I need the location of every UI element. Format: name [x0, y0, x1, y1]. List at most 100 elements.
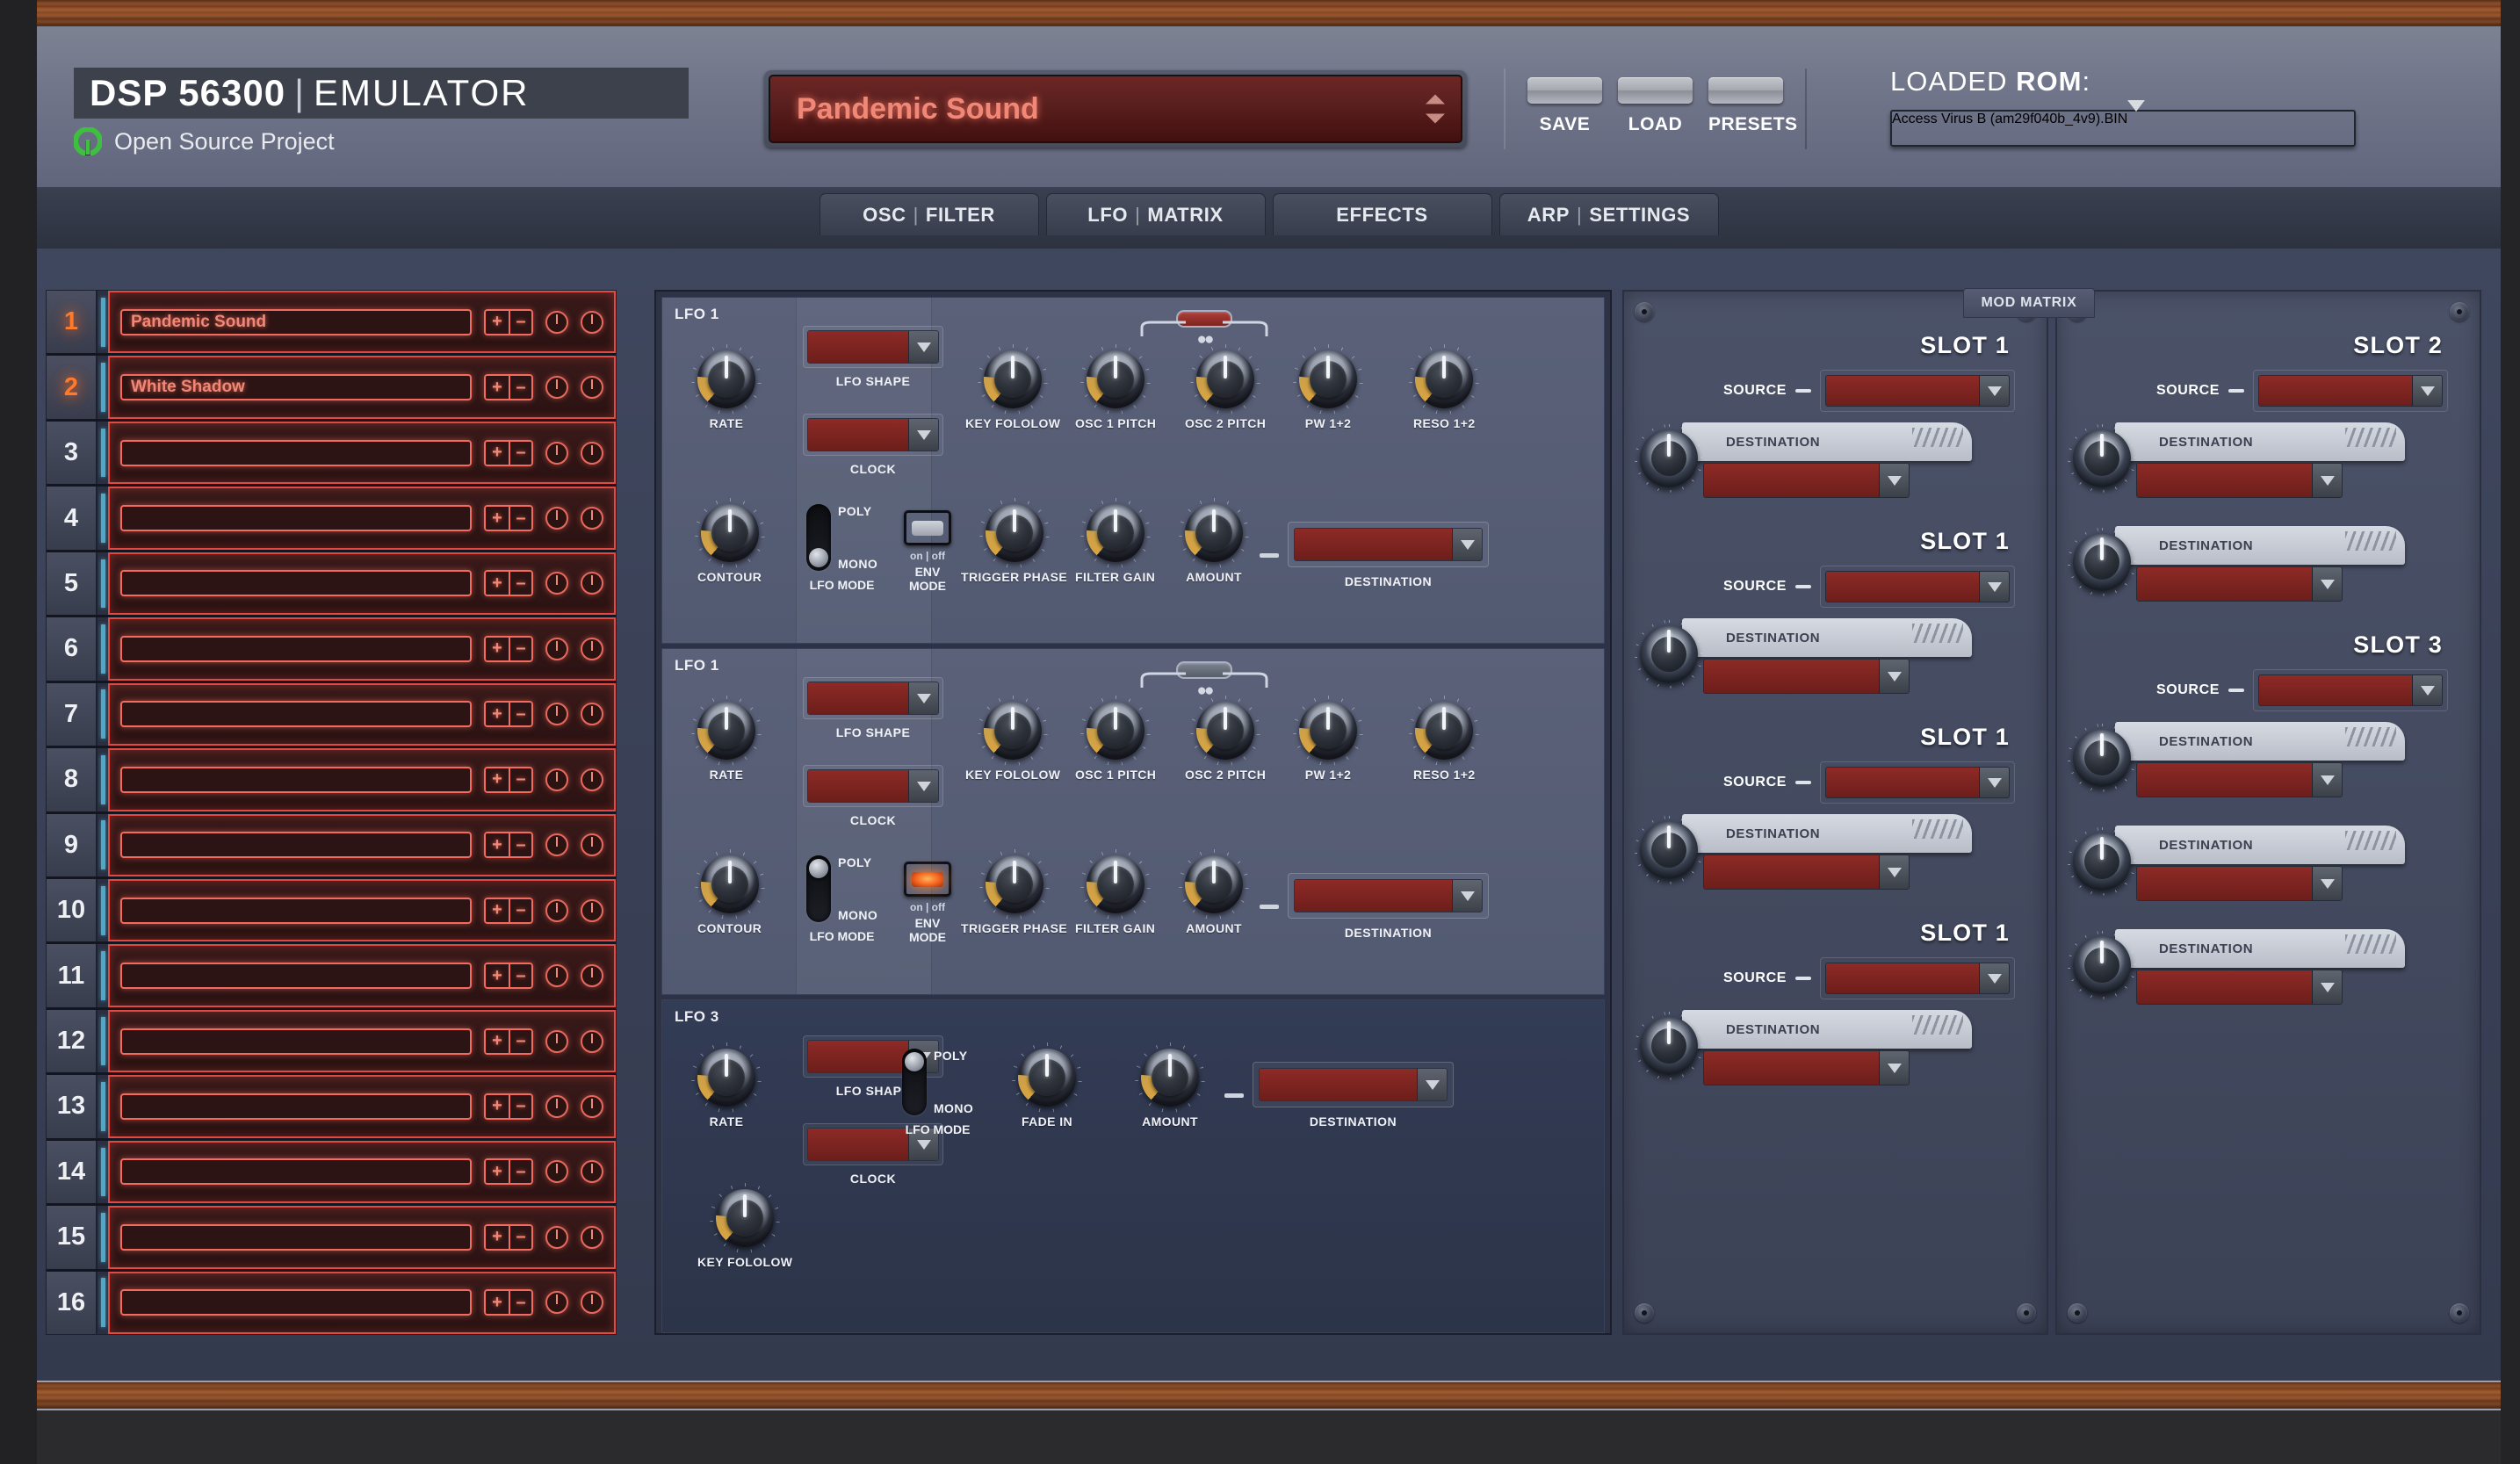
patch-knob-b[interactable] [581, 1160, 603, 1184]
lfo-2-rate-knob[interactable]: RATE [691, 696, 762, 782]
patch-name-field[interactable] [120, 766, 472, 793]
patch-knob-b[interactable] [581, 507, 603, 530]
patch-knob-a[interactable] [545, 1225, 568, 1249]
chevron-down-icon[interactable] [2312, 763, 2342, 797]
patch-knob-a[interactable] [545, 898, 568, 922]
mod-matrix-destination-select[interactable] [2136, 762, 2343, 797]
patch-minus-button[interactable]: – [509, 637, 531, 660]
patch-plus-minus[interactable]: + – [484, 1223, 533, 1251]
lfo-1-contour-knob[interactable]: CONTOUR [694, 498, 765, 584]
patch-knob-a[interactable] [545, 637, 568, 660]
patch-plus-minus[interactable]: + – [484, 1028, 533, 1055]
mod-matrix-amount-knob[interactable] [2068, 424, 2136, 493]
mod-matrix-source-select[interactable] [1820, 566, 2015, 608]
mod-matrix-amount-knob[interactable] [1635, 424, 1703, 493]
patch-plus-minus[interactable]: + – [484, 635, 533, 662]
patch-knob-a[interactable] [545, 768, 568, 791]
lfo-2-mode-toggle[interactable] [806, 855, 831, 922]
lfo-3-key-fololow-knob[interactable]: KEY FOLOLOW [697, 1183, 792, 1269]
chevron-down-icon[interactable] [1879, 1051, 1909, 1085]
chevron-down-icon[interactable] [2312, 970, 2342, 1004]
patch-plus-button[interactable]: + [486, 507, 509, 530]
tab-effects[interactable]: EFFECTS [1272, 193, 1492, 235]
lfo-1-amount-knob[interactable]: AMOUNT [1179, 498, 1249, 584]
patch-plus-minus[interactable]: + – [484, 1158, 533, 1186]
patch-name-field[interactable] [120, 701, 472, 728]
patch-knob-b[interactable] [581, 441, 603, 465]
lfo-2-amount-knob[interactable]: AMOUNT [1179, 849, 1249, 935]
patch-plus-button[interactable]: + [486, 310, 509, 334]
lfo-2-pw-knob[interactable]: PW 1+2 [1293, 696, 1363, 782]
mod-matrix-destination-select[interactable] [1703, 855, 1910, 890]
mod-matrix-destination-select[interactable] [1703, 463, 1910, 498]
patch-row[interactable]: 4 + – [47, 487, 616, 552]
lfo-1-shape-select[interactable]: LFO SHAPE [803, 326, 943, 388]
lfo-2-reso-knob[interactable]: RESO 1+2 [1409, 696, 1480, 782]
patch-row[interactable]: 14 + – [47, 1140, 616, 1207]
patch-name-field[interactable] [120, 635, 472, 662]
mod-matrix-amount-knob[interactable] [1635, 1012, 1703, 1080]
lfo-1-osc1-pitch-knob[interactable]: OSC 1 PITCH [1075, 344, 1156, 430]
patch-minus-button[interactable]: – [509, 964, 531, 988]
mod-matrix-amount-knob[interactable] [2068, 724, 2136, 792]
lfo-2-mode-switch[interactable]: POLY MONO LFO MODE [806, 855, 877, 943]
mod-matrix-source-select[interactable] [1820, 370, 2015, 412]
patch-row[interactable]: 12 + – [47, 1009, 616, 1076]
patch-name-display[interactable]: Pandemic Sound [764, 70, 1467, 148]
lfo-1-rate-knob[interactable]: RATE [691, 344, 762, 430]
patch-knob-b[interactable] [581, 572, 603, 595]
mod-matrix-tab[interactable]: MOD MATRIX [1963, 288, 2095, 318]
patch-knob-a[interactable] [545, 441, 568, 465]
patch-knob-a[interactable] [545, 703, 568, 726]
patch-minus-button[interactable]: – [509, 1291, 531, 1315]
patch-minus-button[interactable]: – [509, 768, 531, 791]
patch-row[interactable]: 5 + – [47, 552, 616, 618]
lfo-3-fade-in-knob[interactable]: FADE IN [1012, 1042, 1082, 1129]
patch-minus-button[interactable]: – [509, 1094, 531, 1118]
lfo-1-mode-switch[interactable]: POLY MONO LFO MODE [806, 504, 877, 592]
patch-minus-button[interactable]: – [509, 310, 531, 334]
patch-row[interactable]: 15 + – [47, 1206, 616, 1272]
patch-minus-button[interactable]: – [509, 1225, 531, 1249]
lfo-2-key-fololow-knob[interactable]: KEY FOLOLOW [965, 696, 1060, 782]
lfo-2-trigger-phase-knob[interactable]: TRIGGER PHASE [961, 849, 1067, 935]
patch-plus-minus[interactable]: + – [484, 963, 533, 990]
lfo-3-amount-knob[interactable]: AMOUNT [1135, 1042, 1205, 1129]
patch-name-field[interactable] [120, 963, 472, 990]
lfo-2-env-mode-button[interactable]: on | off ENV MODE [904, 862, 951, 944]
patch-name-field[interactable]: White Shadow [120, 374, 472, 401]
patch-knob-a[interactable] [545, 1160, 568, 1184]
presets-button[interactable]: PRESETS [1708, 77, 1797, 149]
patch-row[interactable]: 10 + – [47, 878, 616, 945]
mod-matrix-source-select[interactable] [2253, 370, 2448, 412]
patch-stepper[interactable] [1426, 94, 1445, 124]
mod-matrix-amount-knob[interactable] [1635, 816, 1703, 884]
lfo-2-osc1-pitch-knob[interactable]: OSC 1 PITCH [1075, 696, 1156, 782]
patch-plus-button[interactable]: + [486, 1160, 509, 1184]
patch-plus-button[interactable]: + [486, 898, 509, 922]
patch-knob-b[interactable] [581, 768, 603, 791]
chevron-down-icon[interactable] [1979, 768, 2009, 797]
patch-plus-button[interactable]: + [486, 1029, 509, 1053]
chevron-down-icon[interactable] [2412, 376, 2442, 406]
chevron-down-icon[interactable] [1879, 855, 1909, 889]
patch-row[interactable]: 11 + – [47, 944, 616, 1010]
lfo-1-clock-select[interactable]: CLOCK [803, 414, 943, 476]
mod-matrix-source-select[interactable] [2253, 669, 2448, 711]
patch-plus-minus[interactable]: + – [484, 505, 533, 532]
lfo-1-filter-gain-knob[interactable]: FILTER GAIN [1075, 498, 1155, 584]
patch-knob-a[interactable] [545, 376, 568, 400]
mod-matrix-destination-select[interactable] [2136, 463, 2343, 498]
lfo-3-mode-toggle[interactable] [902, 1049, 927, 1115]
patch-row[interactable]: 6 + – [47, 617, 616, 683]
patch-plus-minus[interactable]: + – [484, 308, 533, 335]
patch-name-field[interactable] [120, 1158, 472, 1186]
lfo-2-filter-gain-knob[interactable]: FILTER GAIN [1075, 849, 1155, 935]
patch-knob-a[interactable] [545, 1029, 568, 1053]
chevron-up-icon[interactable] [1426, 94, 1445, 105]
patch-knob-a[interactable] [545, 833, 568, 857]
lfo-1-mode-toggle[interactable] [806, 504, 831, 571]
lfo-3-rate-knob[interactable]: RATE [691, 1042, 762, 1129]
mod-matrix-destination-select[interactable] [2136, 866, 2343, 901]
mod-matrix-source-select[interactable] [1820, 957, 2015, 999]
